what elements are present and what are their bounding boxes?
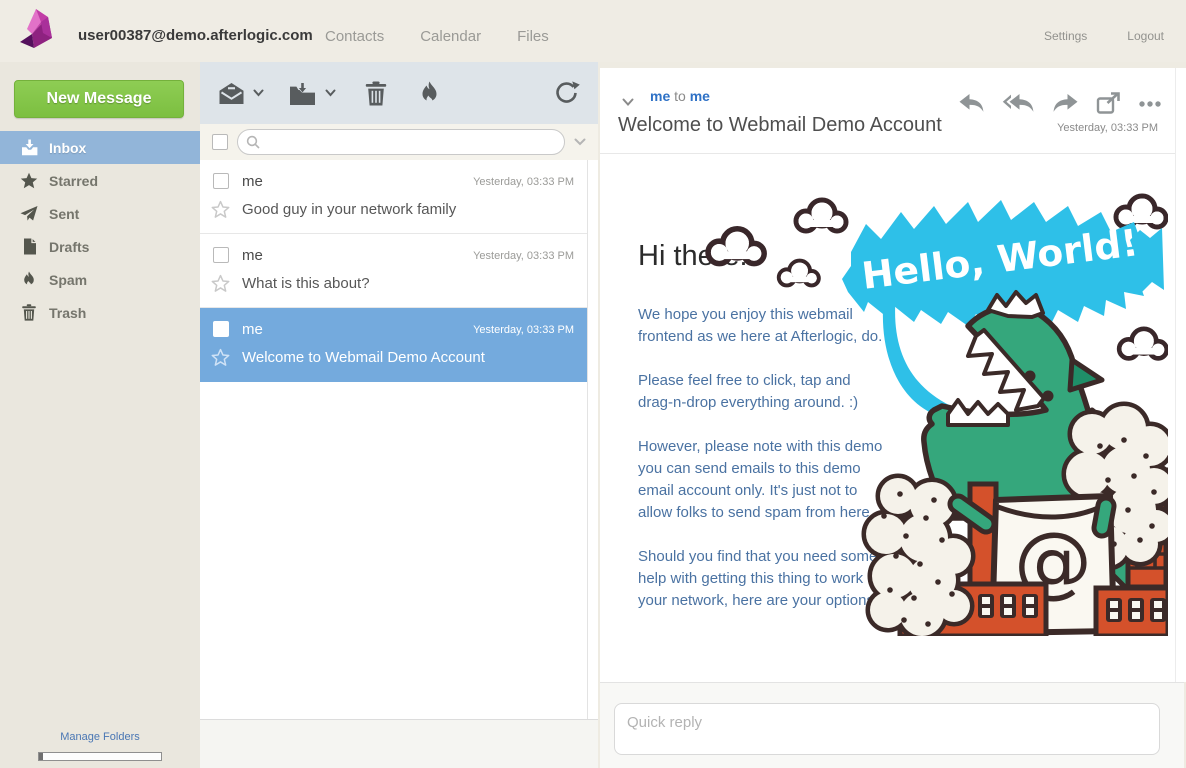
- sidebar-item-sent[interactable]: Sent: [0, 197, 200, 230]
- mail-list: me Yesterday, 03:33 PM Good guy in your …: [200, 160, 598, 720]
- mail-checkbox[interactable]: [213, 173, 229, 189]
- refresh-icon[interactable]: [553, 80, 580, 107]
- search-icon: [246, 135, 260, 149]
- manage-folders-link[interactable]: Manage Folders: [60, 731, 140, 743]
- mail-checkbox[interactable]: [213, 247, 229, 263]
- sidebar: New Message Inbox Starred: [0, 62, 200, 768]
- to-word: to: [674, 88, 686, 104]
- more-icon[interactable]: [1138, 100, 1162, 108]
- forward-icon[interactable]: [1052, 93, 1079, 114]
- afterlogic-logo-icon: [14, 7, 60, 55]
- search-input[interactable]: [266, 134, 556, 151]
- draft-icon: [20, 238, 38, 256]
- logout-link[interactable]: Logout: [1127, 29, 1164, 43]
- mail-date: Yesterday, 03:33 PM: [473, 250, 574, 262]
- quick-reply-input[interactable]: [614, 703, 1160, 755]
- reply-icon[interactable]: [958, 93, 985, 114]
- mail-sender: me: [242, 173, 263, 190]
- settings-link[interactable]: Settings: [1044, 29, 1087, 43]
- sidebar-item-inbox[interactable]: Inbox: [0, 131, 200, 164]
- sidebar-item-label: Sent: [49, 206, 79, 222]
- recipient-link[interactable]: me: [690, 88, 710, 104]
- star-icon[interactable]: [211, 274, 230, 298]
- mail-icon[interactable]: [218, 82, 245, 105]
- nav-contacts[interactable]: Contacts: [325, 28, 384, 45]
- mail-subject: Welcome to Webmail Demo Account: [242, 349, 485, 366]
- mail-list-item[interactable]: me Yesterday, 03:33 PM Good guy in your …: [200, 160, 598, 234]
- mail-date: Yesterday, 03:33 PM: [473, 324, 574, 336]
- sidebar-item-label: Spam: [49, 272, 87, 288]
- collapse-chevron-icon[interactable]: [622, 94, 634, 112]
- move-to-folder-icon[interactable]: [288, 81, 317, 106]
- flame-icon[interactable]: [418, 81, 441, 106]
- star-icon[interactable]: [211, 348, 230, 372]
- nav-files[interactable]: Files: [517, 28, 549, 45]
- mail-sender: me: [242, 247, 263, 264]
- quick-reply-area: [600, 682, 1184, 768]
- trash-icon: [20, 304, 38, 322]
- search-options-chevron-icon[interactable]: [574, 138, 586, 146]
- sidebar-item-label: Inbox: [49, 140, 86, 156]
- sidebar-item-label: Trash: [49, 305, 86, 321]
- sidebar-item-label: Drafts: [49, 239, 89, 255]
- top-links: Settings Logout: [1044, 29, 1164, 43]
- sidebar-item-starred[interactable]: Starred: [0, 164, 200, 197]
- account-email: user00387@demo.afterlogic.com: [78, 27, 313, 44]
- flame-icon: [20, 271, 38, 289]
- mail-sender: me: [242, 321, 263, 338]
- chevron-down-icon[interactable]: [325, 89, 336, 97]
- search-box: [237, 129, 565, 155]
- sidebar-item-trash[interactable]: Trash: [0, 296, 200, 329]
- message-date: Yesterday, 03:33 PM: [1057, 122, 1158, 134]
- mail-list-item[interactable]: me Yesterday, 03:33 PM What is this abou…: [200, 234, 598, 308]
- greeting-text: Hi there!: [638, 238, 768, 274]
- from-to-line: me to me: [650, 88, 710, 104]
- mail-date: Yesterday, 03:33 PM: [473, 176, 574, 188]
- list-toolbar: [200, 62, 598, 124]
- list-footer: [200, 719, 598, 768]
- message-header: me to me Welcome to Webmail Demo Account: [600, 68, 1176, 154]
- sidebar-item-drafts[interactable]: Drafts: [0, 230, 200, 263]
- message-subject: Welcome to Webmail Demo Account: [618, 114, 942, 137]
- sidebar-item-label: Starred: [49, 173, 98, 189]
- open-in-new-icon[interactable]: [1096, 92, 1121, 115]
- top-bar: user00387@demo.afterlogic.com Contacts C…: [0, 0, 1186, 62]
- star-icon: [20, 172, 38, 190]
- illustration-spacer: [886, 182, 1166, 638]
- nav-calendar[interactable]: Calendar: [420, 28, 481, 45]
- mail-subject: Good guy in your network family: [242, 201, 456, 218]
- trash-icon[interactable]: [364, 81, 388, 106]
- message-actions: [958, 92, 1162, 115]
- star-icon[interactable]: [211, 200, 230, 224]
- reply-all-icon[interactable]: [1002, 93, 1035, 114]
- mail-checkbox[interactable]: [213, 321, 229, 337]
- chevron-down-icon[interactable]: [253, 89, 264, 97]
- inbox-icon: [20, 139, 38, 157]
- message-scrollbar[interactable]: [1175, 68, 1186, 682]
- mail-subject: What is this about?: [242, 275, 370, 292]
- send-icon: [20, 205, 38, 223]
- select-all-checkbox[interactable]: [212, 134, 228, 150]
- list-scrollbar[interactable]: [587, 160, 598, 720]
- message-card: me to me Welcome to Webmail Demo Account: [600, 68, 1186, 682]
- sidebar-item-spam[interactable]: Spam: [0, 263, 200, 296]
- mail-list-item-selected[interactable]: me Yesterday, 03:33 PM Welcome to Webmai…: [200, 308, 598, 382]
- mail-list-pane: me Yesterday, 03:33 PM Good guy in your …: [200, 62, 598, 768]
- message-body: Hi there! We hope you enjoy this webmail…: [600, 154, 1176, 682]
- top-nav: Contacts Calendar Files: [325, 28, 549, 45]
- quota-bar: [38, 752, 162, 761]
- search-row: [200, 124, 598, 160]
- quota-fill: [39, 753, 43, 760]
- message-pane: me to me Welcome to Webmail Demo Account: [598, 62, 1186, 768]
- webmail-app: user00387@demo.afterlogic.com Contacts C…: [0, 0, 1186, 768]
- folder-list: Inbox Starred Sent Drafts: [0, 131, 200, 329]
- new-message-button[interactable]: New Message: [14, 80, 184, 118]
- sender-link[interactable]: me: [650, 88, 670, 104]
